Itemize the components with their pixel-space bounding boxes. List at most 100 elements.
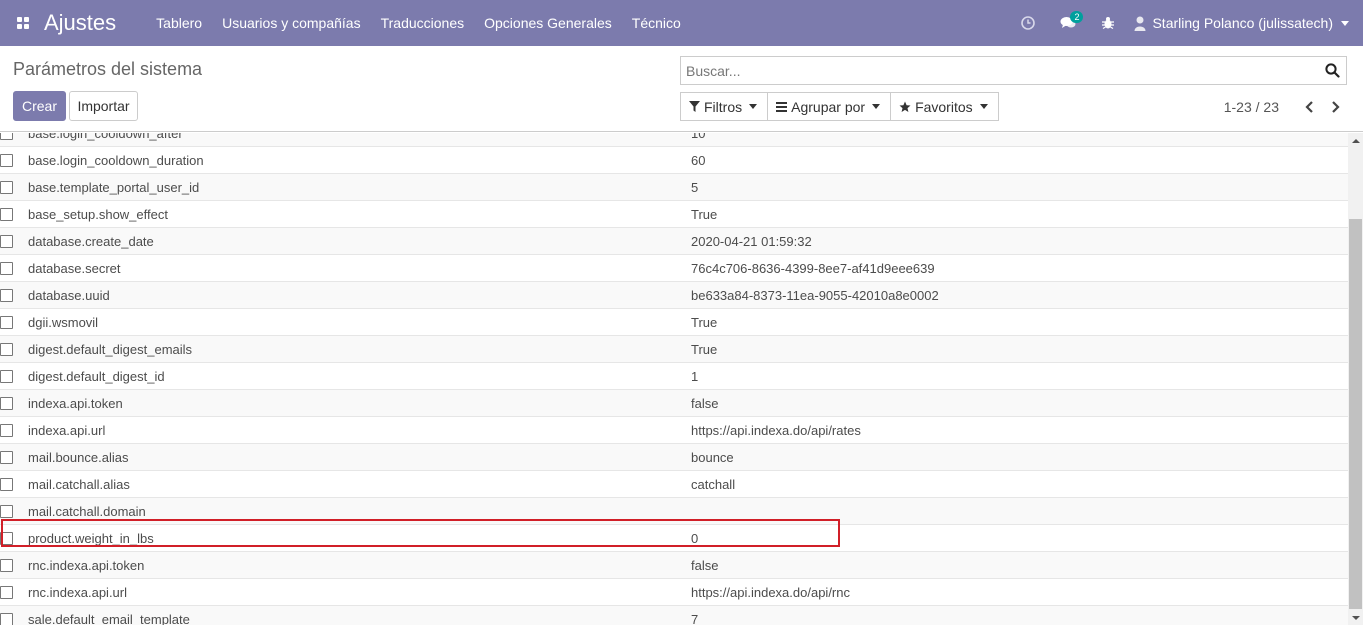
table-row[interactable]: base.login_cooldown_after 10 [0,133,1348,146]
row-value: false [691,558,719,573]
table-row[interactable]: indexa.api.token false [0,389,1348,416]
table-row[interactable]: digest.default_digest_emails True [0,335,1348,362]
menu-item-tablero[interactable]: Tablero [146,0,212,46]
row-checkbox[interactable] [0,505,13,518]
table-row[interactable]: database.secret 76c4c706-8636-4399-8ee7-a… [0,254,1348,281]
row-value: 7 [691,612,699,625]
table-row[interactable]: digest.default_digest_id 1 [0,362,1348,389]
table-row[interactable]: base.template_portal_user_id 5 [0,173,1348,200]
pager-value[interactable]: 1-23 / 23 [1224,99,1279,115]
menu-item-opciones-generales[interactable]: Opciones Generales [474,0,622,46]
table-row[interactable]: rnc.indexa.api.token false [0,551,1348,578]
chevron-left-icon[interactable] [1299,92,1319,121]
user-avatar-icon [1134,16,1146,31]
scroll-down-icon[interactable] [1348,610,1363,625]
filters-dropdown[interactable]: Filtros [680,92,769,121]
row-checkbox[interactable] [0,262,13,275]
row-key: mail.bounce.alias [28,450,129,465]
row-value: be633a84-8373-11ea-9055-42010a8e0002 [691,288,939,303]
vertical-scrollbar[interactable] [1348,133,1363,625]
list-body: base.login_cooldown_after 10 base.login_co… [0,133,1348,625]
row-value: catchall [691,477,736,492]
row-key: mail.catchall.domain [28,504,146,519]
row-key: base.login_cooldown_after [28,133,183,141]
row-value: True [691,315,718,330]
row-checkbox[interactable] [0,586,13,599]
row-value: https://api.indexa.do/api/rates [691,423,861,438]
page-title: Parámetros del sistema [13,59,203,79]
list-icon [776,101,788,112]
user-name: Starling Polanco (julissatech) [1152,15,1333,31]
user-menu[interactable]: Starling Polanco (julissatech) [1128,15,1363,31]
row-value: 2020-04-21 01:59:32 [691,234,812,249]
chevron-down-icon [749,104,758,109]
row-checkbox[interactable] [0,397,13,410]
activity-clock-icon[interactable] [1008,0,1048,46]
row-value: 76c4c706-8636-4399-8ee7-af41d9eee639 [691,261,935,276]
row-key: sale.default_email_template [28,612,190,625]
groupby-label: Agrupar por [791,98,866,115]
favorites-dropdown[interactable]: Favoritos [890,92,999,121]
row-checkbox[interactable] [0,343,13,356]
row-checkbox[interactable] [0,451,13,464]
row-value: 1 [691,369,699,384]
table-row[interactable]: database.create_date 2020-04-21 01:59:32 [0,227,1348,254]
table-row[interactable]: base.login_cooldown_duration 60 [0,146,1348,173]
parameters-list: base.login_cooldown_after 10 base.login_co… [0,133,1348,625]
control-panel: Parámetros del sistema Crear Importar Fi… [0,46,1363,132]
row-checkbox[interactable] [0,235,13,248]
row-checkbox[interactable] [0,154,13,167]
pager: 1-23 / 23 [1224,92,1345,121]
table-row[interactable]: mail.bounce.alias bounce [0,443,1348,470]
table-row[interactable]: indexa.api.url https://api.indexa.do/api/… [0,416,1348,443]
row-checkbox[interactable] [0,316,13,329]
table-row[interactable]: mail.catchall.alias catchall [0,470,1348,497]
row-checkbox[interactable] [0,424,13,437]
table-row[interactable]: rnc.indexa.api.url https://api.indexa.do/… [0,578,1348,605]
import-button[interactable]: Importar [69,91,138,121]
messages-icon[interactable]: 2 [1048,0,1088,46]
apps-menu-icon[interactable] [0,0,46,46]
chevron-right-icon[interactable] [1325,92,1345,121]
row-checkbox[interactable] [0,133,13,140]
row-checkbox[interactable] [0,289,13,302]
table-row[interactable]: product.weight_in_lbs 0 [0,524,1348,551]
row-key: indexa.api.url [28,423,106,438]
table-row[interactable]: database.uuid be633a84-8373-11ea-9055-420… [0,281,1348,308]
filter-icon [689,101,700,112]
scroll-up-icon[interactable] [1348,133,1363,148]
row-checkbox[interactable] [0,181,13,194]
table-row[interactable]: base_setup.show_effect True [0,200,1348,227]
row-value: 10 [691,133,706,141]
row-key: digest.default_digest_emails [28,342,193,357]
row-checkbox[interactable] [0,532,13,545]
search-input[interactable] [681,57,1318,84]
menu-item-usuarios[interactable]: Usuarios y compañías [212,0,371,46]
app-brand[interactable]: Ajustes [44,10,116,36]
table-row[interactable]: sale.default_email_template 7 [0,605,1348,625]
menu-item-traducciones[interactable]: Traducciones [371,0,475,46]
row-checkbox[interactable] [0,208,13,221]
search-options: Filtros Agrupar por Favoritos [680,92,999,121]
create-button[interactable]: Crear [13,91,66,121]
groupby-dropdown[interactable]: Agrupar por [767,92,892,121]
row-value: false [691,396,719,411]
row-checkbox[interactable] [0,613,13,625]
row-checkbox[interactable] [0,559,13,572]
filters-label: Filtros [704,98,743,115]
debug-bug-icon[interactable] [1088,0,1128,46]
row-checkbox[interactable] [0,478,13,491]
search-bar [680,56,1347,85]
navbar-right: 2 Starling Polanco (julissatech) [1008,0,1363,46]
row-key: database.create_date [28,234,154,249]
search-icon[interactable] [1318,57,1346,84]
table-row[interactable]: mail.catchall.domain [0,497,1348,524]
table-row[interactable]: dgii.wsmovil True [0,308,1348,335]
menu-item-tecnico[interactable]: Técnico [622,0,691,46]
row-checkbox[interactable] [0,370,13,383]
row-key: rnc.indexa.api.url [28,585,127,600]
scroll-thumb[interactable] [1349,219,1362,609]
row-key: base.template_portal_user_id [28,180,200,195]
row-key: database.uuid [28,288,110,303]
row-value: True [691,342,718,357]
